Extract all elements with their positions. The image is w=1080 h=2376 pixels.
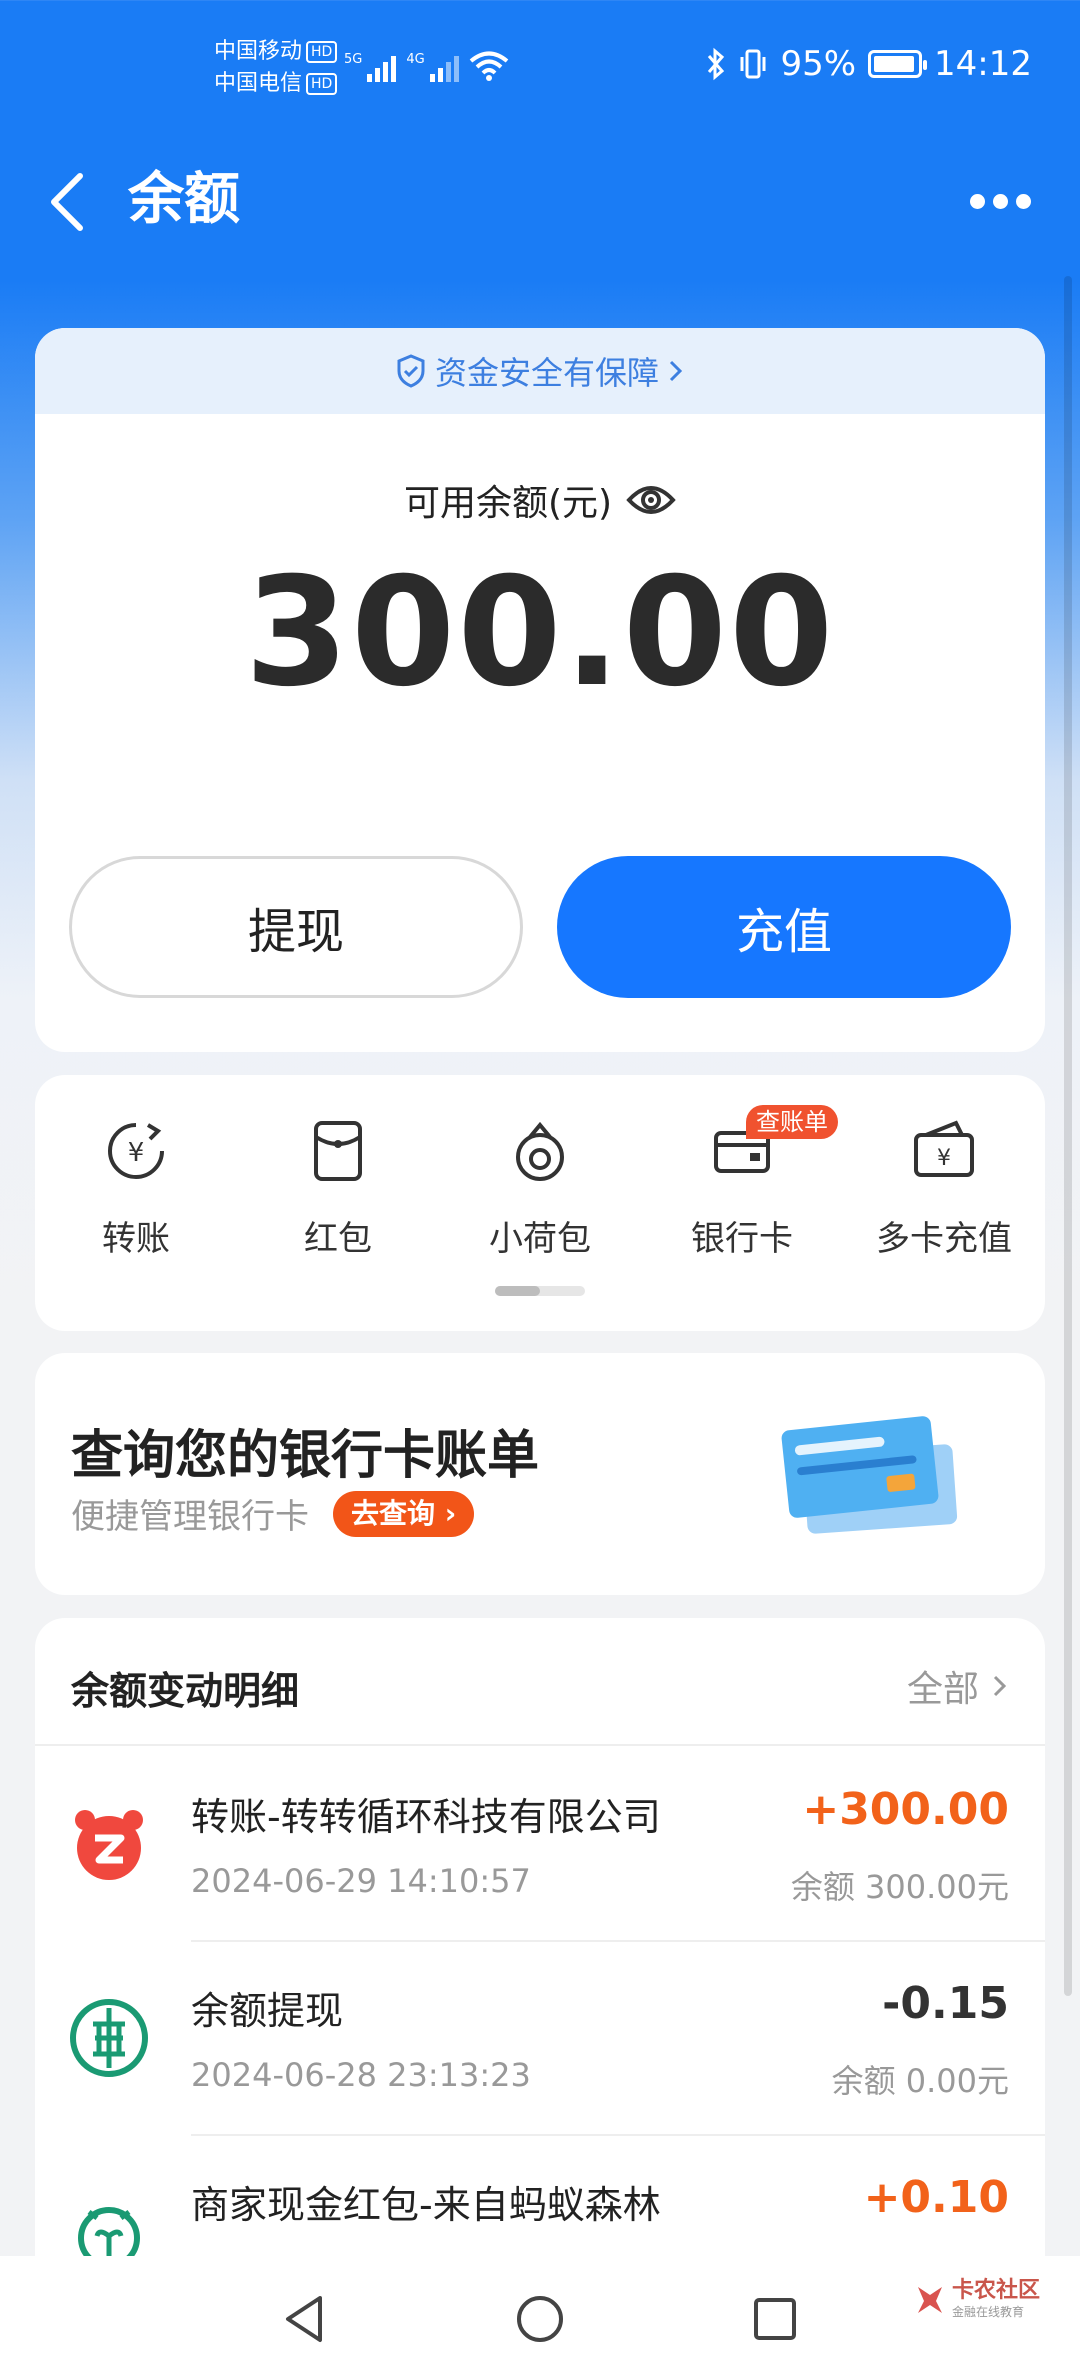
- svg-text:¥: ¥: [128, 1138, 145, 1168]
- view-all-button[interactable]: 全部: [907, 1660, 1009, 1712]
- shortcut-label: 小荷包: [489, 1219, 591, 1259]
- net-type-2: 4G: [406, 52, 425, 67]
- nav-home-icon[interactable]: [505, 2284, 575, 2354]
- transaction-time: 2024-06-28 23:13:23: [191, 2056, 531, 2094]
- shield-check-icon: [397, 354, 425, 388]
- small-pouch-icon: [516, 1121, 564, 1181]
- carrier-1: 中国移动: [214, 39, 303, 64]
- more-dot-icon: [969, 193, 985, 209]
- svg-text:¥: ¥: [937, 1146, 951, 1171]
- signal-4g-icon: 4G: [406, 52, 459, 82]
- promo-button-label: 去查询: [351, 1496, 436, 1530]
- hd-badge: HD: [306, 41, 338, 63]
- promo-title: 查询您的银行卡账单: [71, 1426, 540, 1486]
- recharge-button[interactable]: 充值: [557, 856, 1011, 998]
- view-all-label: 全部: [906, 1669, 979, 1710]
- transaction-amount: +0.10: [863, 2172, 1009, 2223]
- transfer-icon: ¥: [108, 1123, 164, 1179]
- transaction-time: 2024-06-29 14:10:57: [191, 1862, 531, 1900]
- clock: 14:12: [934, 44, 1032, 84]
- kanong-logo-icon: [917, 2287, 942, 2313]
- details-header: 余额变动明细 全部: [35, 1618, 1045, 1746]
- chevron-left-icon: [51, 173, 83, 231]
- watermark-sub: 金融在线教育: [951, 2305, 1024, 2319]
- promo-subtitle: 便捷管理银行卡: [71, 1497, 309, 1537]
- abc-bank-logo-icon: [70, 1999, 148, 2077]
- shortcut-grid: ¥ 转账 红包 小荷包 查账单 银行卡 ¥ 多卡充值: [35, 1075, 1045, 1331]
- balance-amount: 300.00: [244, 546, 836, 720]
- transaction-balance: 余额 300.00元: [790, 1868, 1009, 1906]
- shortcut-label: 红包: [304, 1219, 372, 1259]
- more-dot-icon: [992, 193, 1008, 209]
- nav-back-icon[interactable]: [270, 2284, 340, 2354]
- balance-card: 资金安全有保障 可用余额(元) 300.00 提现 充值: [35, 328, 1045, 1052]
- more-options-button[interactable]: [960, 176, 1040, 226]
- carrier-info: 中国移动 HD 中国电信 HD: [214, 36, 338, 100]
- promo-query-button[interactable]: 去查询 ›: [333, 1490, 475, 1537]
- shortcut-bank-card[interactable]: 查账单 银行卡: [641, 1105, 843, 1260]
- transaction-amount: +300.00: [802, 1784, 1009, 1835]
- wifi-icon: [469, 51, 508, 81]
- balance-label: 可用余额(元): [403, 483, 613, 524]
- shortcut-label: 多卡充值: [876, 1219, 1012, 1259]
- carrier-2: 中国电信: [214, 71, 303, 96]
- promo-subtitle-row: 便捷管理银行卡 去查询 ›: [71, 1489, 475, 1538]
- battery-percent: 95%: [780, 44, 857, 84]
- fund-safety-link[interactable]: 资金安全有保障: [35, 328, 1045, 414]
- watermark-main: 卡农社区: [951, 2278, 1040, 2303]
- zhuanzhuan-logo-icon: [75, 1810, 143, 1880]
- withdraw-button[interactable]: 提现: [69, 856, 523, 998]
- vibrate-icon: [740, 49, 766, 79]
- chevron-right-icon: [669, 360, 683, 382]
- red-packet-icon: [314, 1121, 362, 1181]
- status-bar: 中国移动 HD 中国电信 HD 5G 4G 95% 14:12: [0, 0, 1080, 140]
- bank-cards-illustration-icon: [781, 1416, 958, 1534]
- bank-card-badge: 查账单: [746, 1105, 838, 1139]
- shortcut-red-packet[interactable]: 红包: [237, 1119, 439, 1260]
- transaction-amount: -0.15: [882, 1978, 1009, 2029]
- shortcut-label: 银行卡: [691, 1219, 793, 1259]
- system-navigation-bar: 卡农社区 金融在线教育: [0, 2256, 1080, 2376]
- hd-badge: HD: [306, 73, 338, 95]
- scrollbar[interactable]: [1064, 276, 1072, 1996]
- more-dot-icon: [1015, 193, 1031, 209]
- shortcut-small-pouch[interactable]: 小荷包: [439, 1119, 641, 1260]
- bluetooth-icon: [708, 47, 725, 81]
- details-title: 余额变动明细: [71, 1669, 300, 1713]
- page-title: 余额: [128, 167, 240, 232]
- nav-recent-apps-icon[interactable]: [740, 2284, 810, 2354]
- status-right: 95% 14:12: [706, 44, 1032, 84]
- battery-icon: [868, 50, 928, 78]
- shortcut-label: 转账: [102, 1219, 170, 1259]
- shortcut-multi-card-recharge[interactable]: ¥ 多卡充值: [843, 1119, 1045, 1260]
- transaction-name: 商家现金红包-来自蚂蚁森林: [191, 2183, 661, 2227]
- multi-card-recharge-icon: ¥: [914, 1120, 974, 1177]
- page-indicator: [495, 1286, 585, 1296]
- eye-icon[interactable]: [626, 480, 676, 520]
- watermark: 卡农社区 金融在线教育: [912, 2278, 1040, 2320]
- back-button[interactable]: [40, 160, 120, 240]
- transaction-name: 转账-转转循环科技有限公司: [191, 1795, 661, 1839]
- balance-label-row: 可用余额(元): [35, 474, 1045, 526]
- page-header: 余额: [0, 140, 1080, 260]
- bank-bill-promo[interactable]: 查询您的银行卡账单 便捷管理银行卡 去查询 ›: [35, 1353, 1045, 1595]
- chevron-right-icon: [993, 1675, 1007, 1697]
- transaction-row[interactable]: 转账-转转循环科技有限公司 2024-06-29 14:10:57 +300.0…: [35, 1748, 1045, 1940]
- transaction-row[interactable]: 余额提现 2024-06-28 23:13:23 -0.15 余额 0.00元: [35, 1942, 1045, 2134]
- net-type-1: 5G: [344, 52, 363, 67]
- transaction-name: 余额提现: [191, 1989, 344, 2033]
- transaction-balance: 余额 0.00元: [831, 2062, 1009, 2100]
- signal-5g-icon: 5G: [344, 52, 397, 82]
- signal-indicators: 5G 4G: [344, 50, 509, 82]
- fund-safety-text: 资金安全有保障: [434, 354, 659, 392]
- shortcut-transfer[interactable]: ¥ 转账: [35, 1119, 237, 1260]
